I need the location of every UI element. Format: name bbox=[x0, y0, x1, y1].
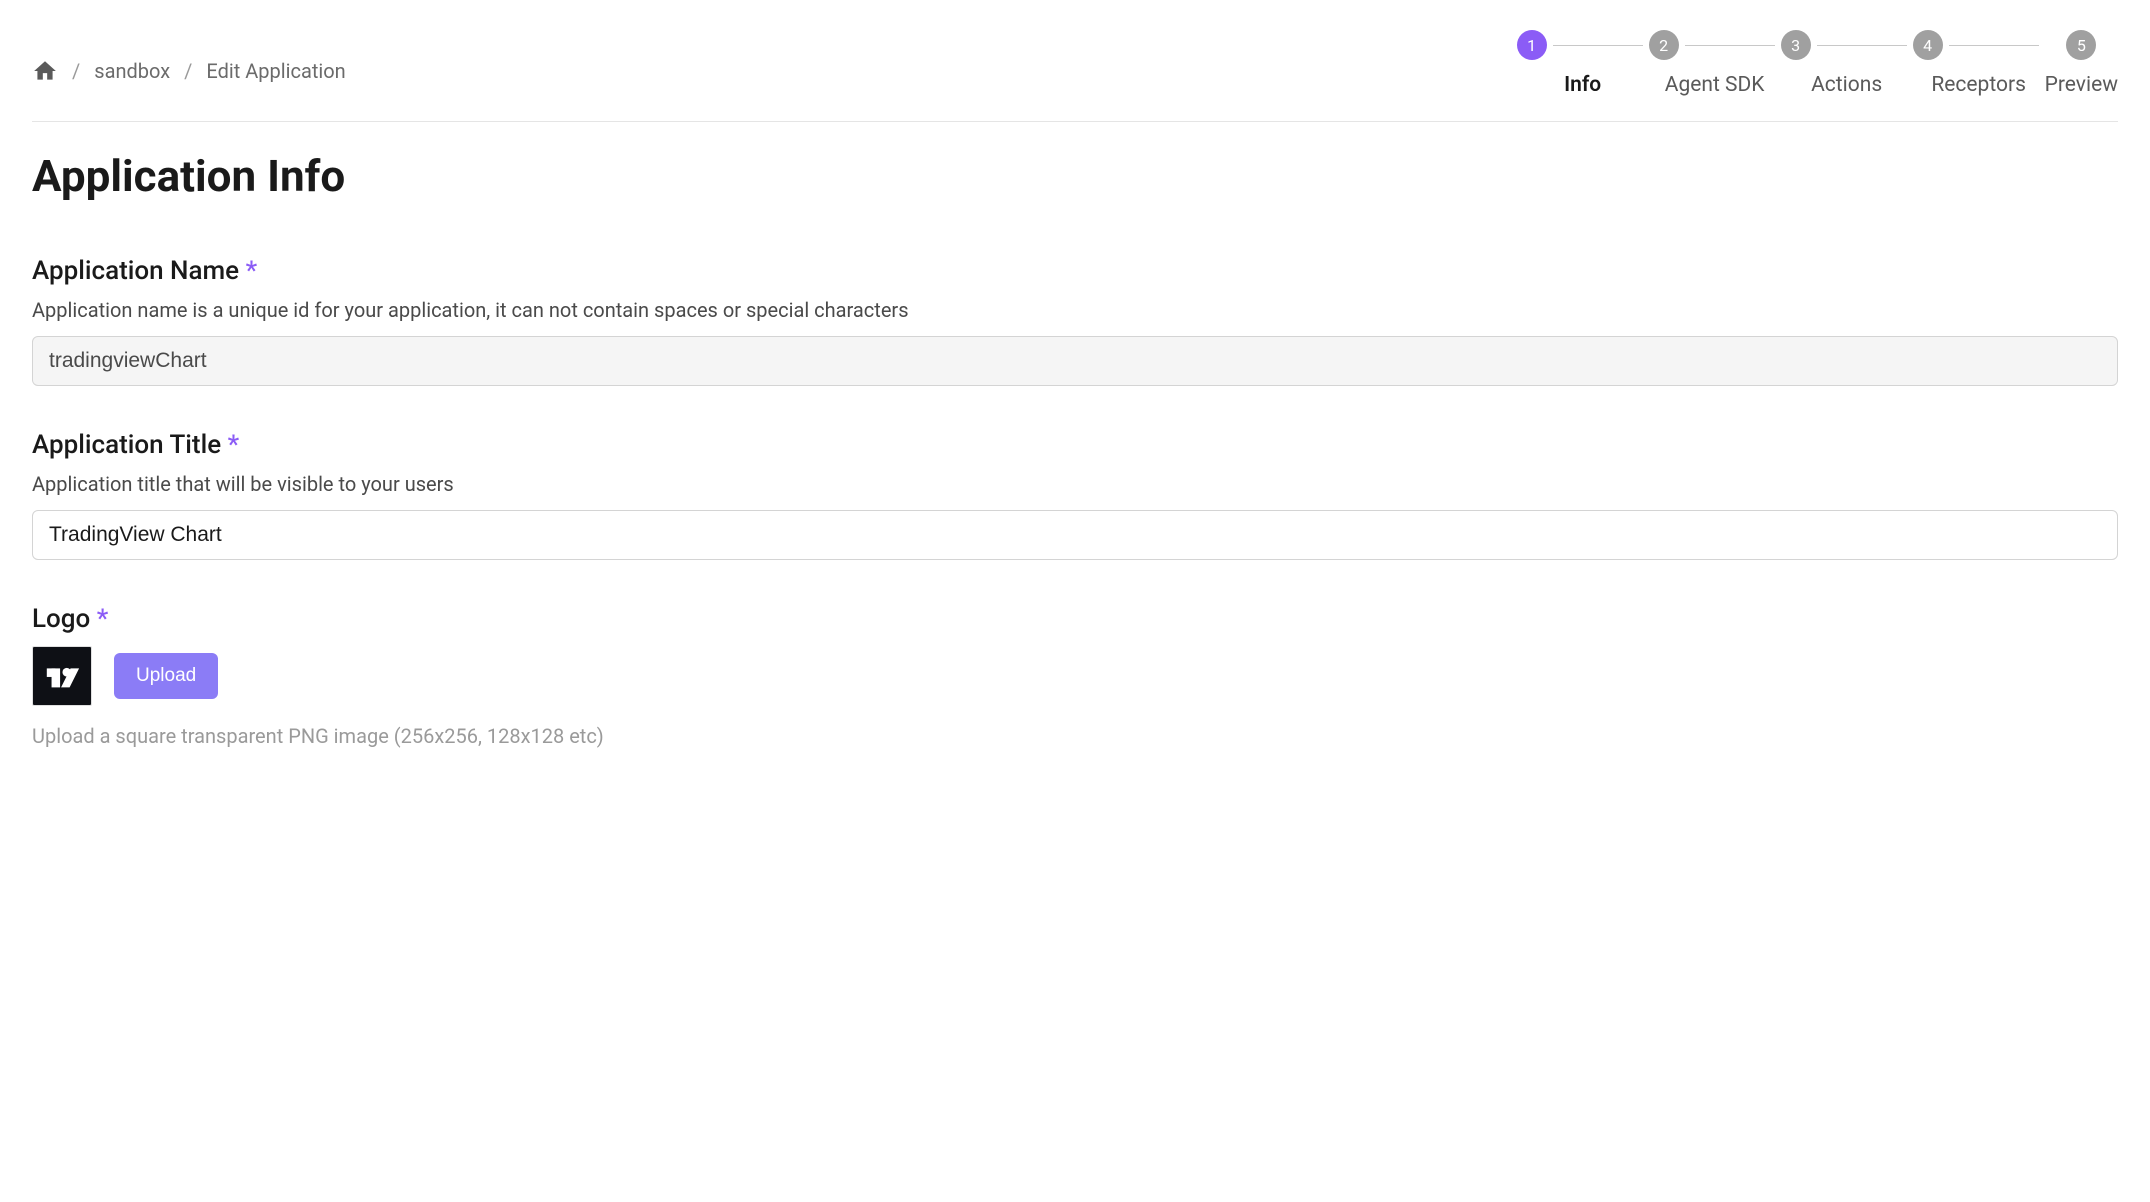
field-label: Logo * bbox=[32, 604, 2118, 634]
step-label: Receptors bbox=[1931, 73, 2026, 97]
field-help: Application title that will be visible t… bbox=[32, 472, 2118, 496]
step-circle: 5 bbox=[2066, 30, 2096, 60]
header-row: / sandbox / Edit Application 1 Info 2 Ag… bbox=[32, 30, 2118, 122]
field-application-name: Application Name * Application name is a… bbox=[32, 256, 2118, 386]
step-line bbox=[1949, 45, 2039, 46]
application-title-input[interactable] bbox=[32, 510, 2118, 560]
application-name-input[interactable] bbox=[32, 336, 2118, 386]
required-asterisk: * bbox=[228, 430, 240, 460]
field-label-text: Application Title bbox=[32, 430, 221, 460]
breadcrumb-separator: / bbox=[184, 59, 192, 83]
upload-button[interactable]: Upload bbox=[114, 653, 218, 699]
field-label: Application Name * bbox=[32, 256, 2118, 286]
tradingview-logo-icon bbox=[43, 657, 81, 695]
required-asterisk: * bbox=[97, 604, 109, 634]
home-icon bbox=[32, 58, 58, 84]
logo-preview bbox=[32, 646, 92, 706]
page-title: Application Info bbox=[32, 150, 2118, 202]
step-label: Preview bbox=[2045, 73, 2118, 97]
field-label-text: Application Name bbox=[32, 256, 239, 286]
breadcrumb-home[interactable] bbox=[32, 58, 58, 84]
field-help: Upload a square transparent PNG image (2… bbox=[32, 724, 2118, 748]
breadcrumb-sandbox[interactable]: sandbox bbox=[94, 59, 170, 83]
stepper: 1 Info 2 Agent SDK 3 Actions 4 bbox=[1517, 30, 2118, 97]
field-application-title: Application Title * Application title th… bbox=[32, 430, 2118, 560]
stepper-step-receptors[interactable]: 4 Receptors bbox=[1913, 30, 2045, 97]
step-label: Agent SDK bbox=[1665, 73, 1765, 97]
stepper-step-actions[interactable]: 3 Actions bbox=[1781, 30, 1913, 97]
step-line bbox=[1685, 45, 1775, 46]
step-line bbox=[1817, 45, 1907, 46]
field-label: Application Title * bbox=[32, 430, 2118, 460]
field-logo: Logo * Upload Upload a square transparen… bbox=[32, 604, 2118, 748]
step-label: Info bbox=[1564, 73, 1601, 97]
step-circle: 2 bbox=[1649, 30, 1679, 60]
required-asterisk: * bbox=[246, 256, 258, 286]
step-line bbox=[1553, 45, 1643, 46]
field-label-text: Logo bbox=[32, 604, 90, 634]
step-circle: 3 bbox=[1781, 30, 1811, 60]
stepper-step-preview[interactable]: 5 Preview bbox=[2045, 30, 2118, 97]
field-help: Application name is a unique id for your… bbox=[32, 298, 2118, 322]
breadcrumb-current: Edit Application bbox=[206, 59, 345, 83]
logo-row: Upload bbox=[32, 646, 2118, 706]
stepper-step-info[interactable]: 1 Info bbox=[1517, 30, 1649, 97]
step-label: Actions bbox=[1811, 73, 1882, 97]
breadcrumb-separator: / bbox=[72, 59, 80, 83]
step-circle: 4 bbox=[1913, 30, 1943, 60]
step-circle: 1 bbox=[1517, 30, 1547, 60]
breadcrumb: / sandbox / Edit Application bbox=[32, 30, 346, 84]
stepper-step-agent-sdk[interactable]: 2 Agent SDK bbox=[1649, 30, 1781, 97]
